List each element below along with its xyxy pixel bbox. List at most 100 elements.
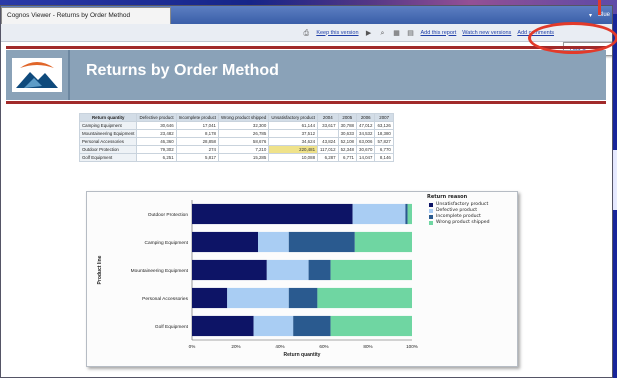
crosstab-table: Return quantity Defective product Incomp…: [78, 113, 394, 162]
bar-segment[interactable]: [330, 315, 412, 337]
bar-segment[interactable]: [192, 315, 254, 337]
category-label: Outdoor Protection: [148, 212, 189, 218]
category-label: Golf Equipment: [155, 324, 189, 330]
legend-item[interactable]: Defective product: [429, 208, 477, 213]
table-cell: 30,670: [355, 145, 376, 154]
x-tick-label: 80%: [363, 344, 372, 349]
legend-item[interactable]: Unsatisfactory product: [429, 202, 488, 207]
viewer-toolbar: ⎙ Keep this version ▶ ⌕ ▦ ▤ Add this rep…: [1, 24, 612, 42]
x-axis-title: Return quantity: [284, 352, 321, 358]
row-label[interactable]: Mountaineering Equipment: [78, 129, 138, 138]
bar-segment[interactable]: [288, 231, 355, 253]
bar-segment[interactable]: [192, 287, 228, 309]
bar-segment[interactable]: [258, 231, 289, 253]
report-title: Returns by Order Method: [86, 62, 279, 79]
title-banner: Returns by Order Method: [6, 50, 606, 100]
bar-segment[interactable]: [266, 259, 309, 281]
table-cell: 26,785: [217, 129, 270, 138]
bar-segment[interactable]: [192, 259, 267, 281]
legend-label: Unsatisfactory product: [436, 202, 489, 207]
add-report-link[interactable]: Add this report: [421, 30, 457, 36]
legend-swatch: [429, 202, 433, 207]
legend-item[interactable]: Incomplete product: [429, 214, 481, 219]
bar-segment[interactable]: [352, 203, 406, 225]
crosstab-header-row: Return quantity Defective product Incomp…: [78, 113, 394, 122]
table-cell: 30,788: [337, 121, 358, 130]
row-label[interactable]: Personal Accessories: [78, 137, 138, 146]
watch-versions-link[interactable]: Watch new versions: [462, 30, 511, 36]
save-icon[interactable]: ▤: [407, 29, 415, 37]
legend-title: Return reason: [427, 194, 468, 200]
table-cell: 6,771: [337, 153, 358, 162]
category-label: Camping Equipment: [145, 240, 189, 246]
column-header: 2004: [317, 113, 339, 122]
column-header: Defective product: [136, 113, 177, 122]
column-header: Unsatisfactory product: [268, 113, 319, 122]
bar-segment[interactable]: [317, 287, 412, 309]
column-header: 2006: [355, 113, 376, 122]
table-cell: 6,770: [374, 145, 394, 154]
table-cell: 220,481: [268, 145, 319, 154]
table-cell: [317, 129, 339, 138]
row-label[interactable]: Outdoor Protection: [78, 145, 138, 154]
title-menu-button[interactable]: ▾: [589, 12, 592, 19]
x-tick-label: 100%: [406, 344, 418, 349]
legend-label: Defective product: [436, 208, 478, 213]
table-cell: 10,088: [268, 153, 319, 162]
legend-item[interactable]: Wrong product shipped: [429, 220, 490, 225]
format-icon[interactable]: ▦: [393, 29, 401, 37]
stacked-bar-chart: Outdoor Protection Camping Equipment Mount…: [86, 191, 518, 367]
table-cell: 18,380: [374, 129, 394, 138]
bar-segment[interactable]: [253, 315, 294, 337]
table-cell: 47,012: [355, 121, 376, 130]
bar-segment[interactable]: [192, 231, 258, 253]
x-tick-label: 40%: [275, 344, 284, 349]
table-cell: 63,006: [355, 137, 376, 146]
header-rule-bottom: [6, 101, 606, 104]
table-cell: 8,146: [374, 153, 394, 162]
bar-segment[interactable]: [330, 259, 412, 281]
bar-segment[interactable]: [227, 287, 289, 309]
browser-window: Cognos Viewer - Returns by Order Method …: [0, 5, 613, 378]
legend-label: Incomplete product: [436, 214, 481, 219]
table-cell: 63,126: [374, 121, 394, 130]
bar-segment[interactable]: [407, 203, 412, 225]
keep-version-icon[interactable]: ⎙: [302, 29, 310, 37]
table-cell: 61,144: [268, 121, 319, 130]
table-cell: 37,512: [268, 129, 319, 138]
bar-segment[interactable]: [192, 203, 353, 225]
bar-segment[interactable]: [288, 287, 318, 309]
table-cell: 6,287: [317, 153, 339, 162]
column-header: Incomplete product: [175, 113, 220, 122]
row-label[interactable]: Golf Equipment: [78, 153, 138, 162]
table-cell: 57,827: [374, 137, 394, 146]
window-tab[interactable]: Cognos Viewer - Returns by Order Method: [1, 7, 171, 24]
bar-segment[interactable]: [405, 203, 408, 225]
y-axis-title: Product line: [97, 255, 103, 284]
bar-segment[interactable]: [308, 259, 331, 281]
zoom-icon[interactable]: ⌕: [379, 29, 387, 37]
row-label[interactable]: Camping Equipment: [78, 121, 138, 130]
keep-version-link[interactable]: Keep this version: [316, 30, 358, 36]
table-cell: 7,210: [217, 145, 270, 154]
table-cell: 32,300: [217, 121, 270, 130]
column-header: Return quantity: [78, 113, 138, 122]
table-cell: 6,251: [136, 153, 177, 162]
table-cell: 30,646: [136, 121, 177, 130]
table-row: Mountaineering Equipment 23,482 8,178 26,78…: [78, 129, 394, 138]
bar-segment[interactable]: [354, 231, 412, 253]
highlight-circle: [528, 22, 617, 54]
logo-separator: [68, 50, 70, 100]
table-row: Golf Equipment 6,251 5,817 15,285 10,088 6,28…: [78, 153, 394, 162]
run-icon[interactable]: ▶: [365, 29, 373, 37]
category-label: Personal Accessories: [142, 296, 188, 302]
highlight-marker: [598, 0, 601, 15]
table-row: Personal Accessories 46,360 28,858 58,676 34…: [78, 137, 394, 146]
table-cell: 23,482: [136, 129, 177, 138]
column-header: 2007: [374, 113, 394, 122]
table-cell: 30,633: [337, 129, 358, 138]
bar-segment[interactable]: [293, 315, 331, 337]
legend-swatch: [429, 214, 433, 219]
table-cell: 52,348: [337, 145, 358, 154]
table-cell: 17,041: [175, 121, 220, 130]
